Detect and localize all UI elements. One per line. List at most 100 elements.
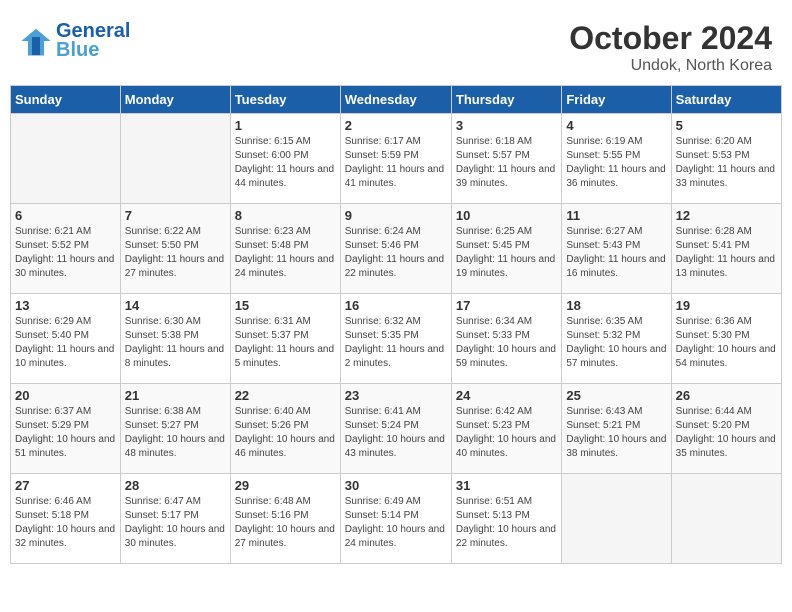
calendar-table: SundayMondayTuesdayWednesdayThursdayFrid…: [10, 85, 782, 564]
day-info: Sunrise: 6:30 AM Sunset: 5:38 PM Dayligh…: [125, 315, 226, 371]
day-number: 14: [125, 298, 226, 313]
logo: General Blue: [20, 20, 130, 62]
calendar-day: 17 Sunrise: 6:34 AM Sunset: 5:33 PM Dayli…: [451, 294, 561, 384]
calendar-day: 13 Sunrise: 6:29 AM Sunset: 5:40 PM Dayli…: [11, 294, 121, 384]
column-header-wednesday: Wednesday: [340, 86, 451, 114]
calendar-day: 26 Sunrise: 6:44 AM Sunset: 5:20 PM Dayli…: [671, 384, 781, 474]
day-number: 29: [235, 478, 336, 493]
calendar-day: 16 Sunrise: 6:32 AM Sunset: 5:35 PM Dayli…: [340, 294, 451, 384]
day-number: 27: [15, 478, 116, 493]
day-info: Sunrise: 6:17 AM Sunset: 5:59 PM Dayligh…: [345, 135, 447, 191]
calendar-day: 1Sunrise: 6:15 AM Sunset: 6:00 PM Daylig…: [230, 114, 340, 204]
calendar-day: 20 Sunrise: 6:37 AM Sunset: 5:29 PM Dayli…: [11, 384, 121, 474]
day-number: 11: [566, 208, 666, 223]
calendar-day: 3 Sunrise: 6:18 AM Sunset: 5:57 PM Daylig…: [451, 114, 561, 204]
day-number: 20: [15, 388, 116, 403]
day-info: Sunrise: 6:20 AM Sunset: 5:53 PM Dayligh…: [676, 135, 777, 191]
calendar-day: 18 Sunrise: 6:35 AM Sunset: 5:32 PM Dayli…: [562, 294, 671, 384]
day-number: 25: [566, 388, 666, 403]
day-number: 31: [456, 478, 557, 493]
calendar-title-block: October 2024 Undok, North Korea: [569, 20, 772, 75]
day-number: 16: [345, 298, 447, 313]
day-info: Sunrise: 6:27 AM Sunset: 5:43 PM Dayligh…: [566, 225, 666, 281]
day-info: Sunrise: 6:40 AM Sunset: 5:26 PM Dayligh…: [235, 405, 336, 461]
day-number: 19: [676, 298, 777, 313]
day-info: Sunrise: 6:43 AM Sunset: 5:21 PM Dayligh…: [566, 405, 666, 461]
calendar-day: [562, 474, 671, 564]
day-info: Sunrise: 6:28 AM Sunset: 5:41 PM Dayligh…: [676, 225, 777, 281]
day-number: 30: [345, 478, 447, 493]
day-info: Sunrise: 6:34 AM Sunset: 5:33 PM Dayligh…: [456, 315, 557, 371]
day-number: 3: [456, 118, 557, 133]
calendar-week-1: 1Sunrise: 6:15 AM Sunset: 6:00 PM Daylig…: [11, 114, 782, 204]
calendar-day: 14 Sunrise: 6:30 AM Sunset: 5:38 PM Dayli…: [120, 294, 230, 384]
calendar-day: 27 Sunrise: 6:46 AM Sunset: 5:18 PM Dayli…: [11, 474, 121, 564]
day-info: Sunrise: 6:42 AM Sunset: 5:23 PM Dayligh…: [456, 405, 557, 461]
day-number: 6: [15, 208, 116, 223]
column-header-monday: Monday: [120, 86, 230, 114]
day-number: 9: [345, 208, 447, 223]
calendar-day: [11, 114, 121, 204]
calendar-day: 7Sunrise: 6:22 AM Sunset: 5:50 PM Daylig…: [120, 204, 230, 294]
day-number: 13: [15, 298, 116, 313]
calendar-day: 6 Sunrise: 6:21 AM Sunset: 5:52 PM Daylig…: [11, 204, 121, 294]
day-info: Sunrise: 6:35 AM Sunset: 5:32 PM Dayligh…: [566, 315, 666, 371]
calendar-day: 23 Sunrise: 6:41 AM Sunset: 5:24 PM Dayli…: [340, 384, 451, 474]
day-number: 12: [676, 208, 777, 223]
day-info: Sunrise: 6:36 AM Sunset: 5:30 PM Dayligh…: [676, 315, 777, 371]
day-info: Sunrise: 6:18 AM Sunset: 5:57 PM Dayligh…: [456, 135, 557, 191]
calendar-day: 25 Sunrise: 6:43 AM Sunset: 5:21 PM Dayli…: [562, 384, 671, 474]
calendar-header-row: SundayMondayTuesdayWednesdayThursdayFrid…: [11, 86, 782, 114]
day-info: Sunrise: 6:46 AM Sunset: 5:18 PM Dayligh…: [15, 495, 116, 551]
day-info: Sunrise: 6:32 AM Sunset: 5:35 PM Dayligh…: [345, 315, 447, 371]
day-number: 10: [456, 208, 557, 223]
calendar-day: 31Sunrise: 6:51 AM Sunset: 5:13 PM Dayli…: [451, 474, 561, 564]
day-info: Sunrise: 6:29 AM Sunset: 5:40 PM Dayligh…: [15, 315, 116, 371]
day-info: Sunrise: 6:22 AM Sunset: 5:50 PM Dayligh…: [125, 225, 226, 281]
calendar-day: 9 Sunrise: 6:24 AM Sunset: 5:46 PM Daylig…: [340, 204, 451, 294]
calendar-day: 12 Sunrise: 6:28 AM Sunset: 5:41 PM Dayli…: [671, 204, 781, 294]
day-info: Sunrise: 6:31 AM Sunset: 5:37 PM Dayligh…: [235, 315, 336, 371]
day-info: Sunrise: 6:48 AM Sunset: 5:16 PM Dayligh…: [235, 495, 336, 551]
calendar-day: 30 Sunrise: 6:49 AM Sunset: 5:14 PM Dayli…: [340, 474, 451, 564]
day-info: Sunrise: 6:37 AM Sunset: 5:29 PM Dayligh…: [15, 405, 116, 461]
calendar-week-3: 13 Sunrise: 6:29 AM Sunset: 5:40 PM Dayli…: [11, 294, 782, 384]
calendar-day: 11 Sunrise: 6:27 AM Sunset: 5:43 PM Dayli…: [562, 204, 671, 294]
column-header-sunday: Sunday: [11, 86, 121, 114]
day-info: Sunrise: 6:24 AM Sunset: 5:46 PM Dayligh…: [345, 225, 447, 281]
day-info: Sunrise: 6:21 AM Sunset: 5:52 PM Dayligh…: [15, 225, 116, 281]
day-number: 21: [125, 388, 226, 403]
day-number: 24: [456, 388, 557, 403]
column-header-tuesday: Tuesday: [230, 86, 340, 114]
calendar-day: 19 Sunrise: 6:36 AM Sunset: 5:30 PM Dayli…: [671, 294, 781, 384]
day-info: Sunrise: 6:19 AM Sunset: 5:55 PM Dayligh…: [566, 135, 666, 191]
day-number: 28: [125, 478, 226, 493]
calendar-day: 8 Sunrise: 6:23 AM Sunset: 5:48 PM Daylig…: [230, 204, 340, 294]
column-header-friday: Friday: [562, 86, 671, 114]
calendar-week-4: 20 Sunrise: 6:37 AM Sunset: 5:29 PM Dayli…: [11, 384, 782, 474]
day-info: Sunrise: 6:23 AM Sunset: 5:48 PM Dayligh…: [235, 225, 336, 281]
column-header-saturday: Saturday: [671, 86, 781, 114]
calendar-day: 24 Sunrise: 6:42 AM Sunset: 5:23 PM Dayli…: [451, 384, 561, 474]
page-header: General Blue October 2024 Undok, North K…: [10, 10, 782, 80]
day-number: 26: [676, 388, 777, 403]
day-number: 4: [566, 118, 666, 133]
day-info: Sunrise: 6:25 AM Sunset: 5:45 PM Dayligh…: [456, 225, 557, 281]
calendar-day: 29 Sunrise: 6:48 AM Sunset: 5:16 PM Dayli…: [230, 474, 340, 564]
calendar-day: 22Sunrise: 6:40 AM Sunset: 5:26 PM Dayli…: [230, 384, 340, 474]
day-info: Sunrise: 6:15 AM Sunset: 6:00 PM Dayligh…: [235, 135, 336, 191]
day-number: 18: [566, 298, 666, 313]
day-info: Sunrise: 6:49 AM Sunset: 5:14 PM Dayligh…: [345, 495, 447, 551]
day-number: 23: [345, 388, 447, 403]
column-header-thursday: Thursday: [451, 86, 561, 114]
calendar-day: 28Sunrise: 6:47 AM Sunset: 5:17 PM Dayli…: [120, 474, 230, 564]
day-info: Sunrise: 6:41 AM Sunset: 5:24 PM Dayligh…: [345, 405, 447, 461]
day-number: 17: [456, 298, 557, 313]
day-number: 8: [235, 208, 336, 223]
calendar-day: 5 Sunrise: 6:20 AM Sunset: 5:53 PM Daylig…: [671, 114, 781, 204]
calendar-day: 21Sunrise: 6:38 AM Sunset: 5:27 PM Dayli…: [120, 384, 230, 474]
day-info: Sunrise: 6:44 AM Sunset: 5:20 PM Dayligh…: [676, 405, 777, 461]
calendar-day: [671, 474, 781, 564]
logo-text: General Blue: [56, 20, 130, 62]
day-number: 5: [676, 118, 777, 133]
